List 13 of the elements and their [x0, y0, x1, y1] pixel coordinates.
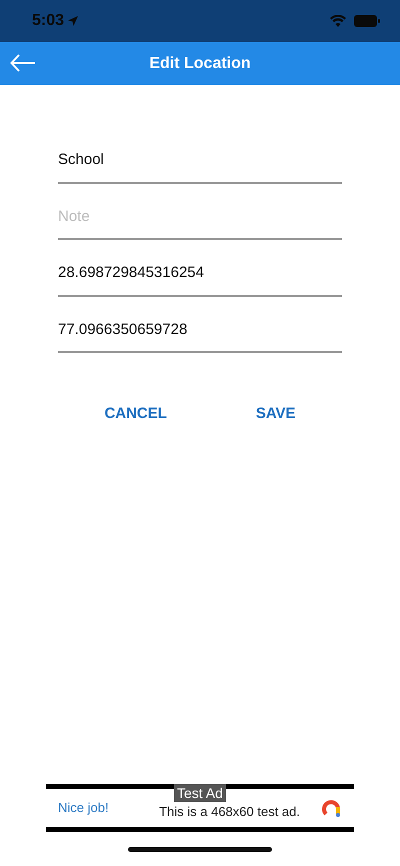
status-time: 5:03 — [32, 11, 64, 31]
ad-label: Test Ad — [174, 784, 226, 802]
home-indicator[interactable] — [128, 846, 272, 852]
save-button[interactable]: SAVE — [248, 399, 304, 430]
ad-logo-icon — [322, 798, 342, 818]
back-button[interactable] — [10, 54, 36, 72]
wifi-icon — [330, 15, 346, 27]
battery-icon — [354, 15, 380, 27]
cancel-button[interactable]: CANCEL — [96, 399, 175, 430]
location-arrow-icon — [68, 16, 78, 26]
ad-text: This is a 468x60 test ad. — [159, 803, 300, 822]
ad-headline: Nice job! — [58, 799, 109, 818]
screen-title: Edit Location — [148, 54, 252, 74]
